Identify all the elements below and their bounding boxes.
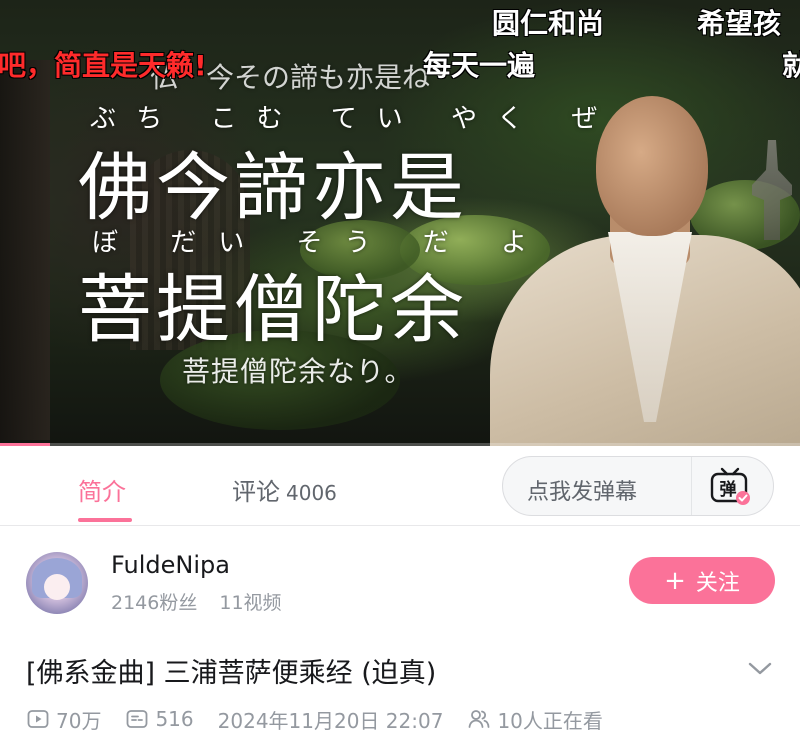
- follow-button[interactable]: + 关注: [629, 557, 775, 604]
- tab-intro[interactable]: 简介: [78, 472, 132, 522]
- lyric-line-1: 佛今諦亦是: [78, 145, 468, 231]
- danmaku-input[interactable]: 点我发弹幕: [527, 474, 637, 506]
- video-meta-row: 70万 516 2024年11月20日 22:07 10人正在看: [26, 704, 627, 733]
- danmaku-count-icon: [127, 710, 148, 728]
- people-watching-icon: [469, 710, 490, 728]
- divider: [691, 457, 692, 515]
- tab-comments-label: 评论: [232, 478, 280, 506]
- svg-text:弹: 弹: [720, 479, 737, 500]
- publish-time: 2024年11月20日 22:07: [217, 708, 444, 733]
- play-count-icon: [27, 710, 49, 728]
- danmaku-count-group: 516: [125, 707, 194, 731]
- danmaku-comment: 希望孩: [697, 7, 782, 40]
- danmaku-comment: 吧，简直是天籁!: [0, 49, 207, 82]
- uploader-stats: 2146粉丝 11视频: [111, 588, 282, 615]
- uploader-name[interactable]: FuldeNipa: [111, 551, 230, 579]
- video-count: 11视频: [219, 592, 282, 614]
- follower-count: 2146粉丝: [111, 592, 198, 614]
- comment-count: 4006: [286, 481, 337, 505]
- tab-intro-label: 简介: [78, 478, 126, 506]
- uploader-avatar[interactable]: [26, 552, 88, 614]
- video-player[interactable]: 仏 今その諦も亦是ね ぶち こむ てい やく ぜ 佛今諦亦是 ぼ だい そう だ…: [0, 0, 800, 446]
- chevron-down-icon[interactable]: [746, 654, 774, 682]
- danmaku-bar: 点我发弹幕 弹: [502, 456, 774, 516]
- plus-icon: +: [664, 565, 686, 596]
- publish-time-group: 2024年11月20日 22:07: [218, 705, 444, 733]
- tab-bar: 简介 评论 4006 点我发弹幕 弹: [0, 446, 800, 526]
- lyric-line-2: 菩提僧陀余: [78, 267, 468, 353]
- danmaku-comment: 就: [782, 49, 800, 82]
- watching-count: 10人正在看: [497, 708, 603, 733]
- follow-button-label: 关注: [695, 570, 740, 596]
- danmaku-comment: 每天一遍: [423, 49, 536, 82]
- active-tab-indicator: [78, 518, 132, 522]
- view-count: 70万: [56, 708, 102, 733]
- view-count-group: 70万: [26, 705, 101, 733]
- watching-group: 10人正在看: [467, 705, 603, 733]
- danmaku-comment: 圆仁和尚: [492, 7, 605, 40]
- danmaku-toggle-icon[interactable]: 弹: [707, 463, 753, 509]
- video-title: [佛系金曲] 三浦菩萨便乘经 (迫真): [26, 658, 437, 689]
- danmaku-count: 516: [155, 707, 194, 731]
- lyric-subtitle: 菩提僧陀余なり。: [182, 355, 414, 388]
- tab-comments[interactable]: 评论 4006: [232, 472, 337, 507]
